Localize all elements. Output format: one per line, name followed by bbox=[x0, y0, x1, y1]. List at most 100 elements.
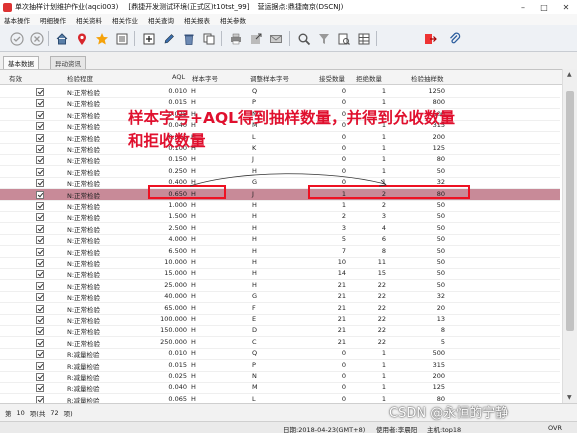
cancel-icon[interactable] bbox=[28, 30, 45, 47]
valid-checkbox[interactable] bbox=[36, 213, 44, 222]
menu-item-related-query[interactable]: 相关查询 bbox=[148, 15, 174, 25]
table-row[interactable]: N:正常检验 10.000 H H 10 11 50 bbox=[0, 257, 560, 269]
cell-aql: 150.000 bbox=[160, 326, 187, 335]
valid-checkbox[interactable] bbox=[36, 88, 44, 96]
valid-checkbox[interactable] bbox=[36, 270, 44, 279]
cell-level: N:正常检验 bbox=[67, 123, 101, 132]
menu-item-related-data[interactable]: 相关资料 bbox=[76, 15, 102, 25]
table-row[interactable]: N:正常检验 2.500 H H 3 4 50 bbox=[0, 223, 560, 235]
valid-checkbox[interactable] bbox=[36, 338, 44, 347]
valid-checkbox[interactable] bbox=[36, 133, 44, 142]
col-sample-qty-header[interactable]: 检验抽样数 bbox=[411, 73, 444, 83]
cell-sample-qty: 20 bbox=[436, 303, 445, 312]
pager-item-of: 项(共 bbox=[29, 409, 46, 418]
table-row[interactable]: N:正常检验 25.000 H H 21 22 50 bbox=[0, 280, 560, 292]
valid-checkbox[interactable] bbox=[36, 384, 44, 393]
valid-checkbox[interactable] bbox=[36, 281, 44, 290]
valid-checkbox[interactable] bbox=[36, 122, 44, 131]
exit-icon[interactable] bbox=[421, 30, 438, 47]
pager-current[interactable]: 10 bbox=[17, 409, 25, 417]
copy-icon[interactable] bbox=[200, 30, 217, 47]
valid-checkbox[interactable] bbox=[36, 179, 44, 188]
col-reject-header[interactable]: 拒绝数量 bbox=[356, 73, 382, 83]
table-row[interactable]: N:正常检验 1.500 H H 2 3 50 bbox=[0, 211, 560, 224]
valid-checkbox[interactable] bbox=[36, 395, 44, 403]
add-icon[interactable] bbox=[140, 30, 157, 47]
table-row[interactable]: R:减量检验 0.025 H N 0 1 200 bbox=[0, 371, 560, 383]
valid-checkbox[interactable] bbox=[36, 247, 44, 256]
table-row[interactable]: N:正常检验 250.000 H C 21 22 5 bbox=[0, 337, 560, 349]
valid-checkbox[interactable] bbox=[36, 361, 44, 370]
filter-icon[interactable] bbox=[315, 30, 332, 47]
tab-change-info[interactable]: 异动资讯 bbox=[50, 56, 86, 69]
col-adj-code-header[interactable]: 调整样本字号 bbox=[250, 73, 289, 83]
attach-icon[interactable] bbox=[446, 30, 463, 47]
table-row[interactable]: N:正常检验 1.000 H H 1 2 50 bbox=[0, 200, 560, 212]
valid-checkbox[interactable] bbox=[36, 110, 44, 119]
menu-item-related-report[interactable]: 相关报表 bbox=[184, 15, 210, 25]
table-row[interactable]: N:正常检验 150.000 H D 21 22 8 bbox=[0, 325, 560, 338]
valid-checkbox[interactable] bbox=[36, 202, 44, 210]
table-row[interactable]: N:正常检验 15.000 H H 14 15 50 bbox=[0, 268, 560, 281]
col-aql-header[interactable]: AQL bbox=[172, 73, 185, 81]
scroll-down-icon[interactable]: ▼ bbox=[567, 394, 572, 401]
minimize-icon[interactable]: – bbox=[512, 0, 534, 14]
table-row[interactable]: N:正常检验 0.150 H J 0 1 80 bbox=[0, 154, 560, 167]
table-row[interactable]: N:正常检验 100.000 H E 21 22 13 bbox=[0, 314, 560, 326]
table-row[interactable]: N:正常检验 65.000 H F 21 22 20 bbox=[0, 303, 560, 315]
home-icon[interactable] bbox=[53, 30, 70, 47]
valid-checkbox[interactable] bbox=[36, 236, 44, 245]
valid-checkbox[interactable] bbox=[36, 190, 44, 199]
location-pin-icon[interactable] bbox=[73, 30, 90, 47]
table-row[interactable]: N:正常检验 40.000 H G 21 22 32 bbox=[0, 291, 560, 304]
mail-icon[interactable] bbox=[267, 30, 284, 47]
cell-sample-qty: 200 bbox=[432, 372, 445, 380]
query-icon[interactable] bbox=[335, 30, 352, 47]
valid-checkbox[interactable] bbox=[36, 156, 44, 165]
col-valid-header[interactable]: 有效 bbox=[9, 73, 22, 83]
table-row[interactable]: R:减量检验 0.040 H M 0 1 125 bbox=[0, 382, 560, 395]
search-icon[interactable] bbox=[295, 30, 312, 47]
edit-icon[interactable] bbox=[160, 30, 177, 47]
export-icon[interactable] bbox=[247, 30, 264, 47]
table-row[interactable]: N:正常检验 6.500 H H 7 8 50 bbox=[0, 246, 560, 258]
confirm-icon[interactable] bbox=[8, 30, 25, 47]
table-row[interactable]: N:正常检验 4.000 H H 5 6 50 bbox=[0, 234, 560, 247]
table-icon[interactable] bbox=[355, 30, 372, 47]
cell-level: R:减量检验 bbox=[67, 351, 100, 360]
valid-checkbox[interactable] bbox=[36, 259, 44, 267]
scroll-up-icon[interactable]: ▲ bbox=[567, 71, 572, 78]
print-icon[interactable] bbox=[227, 30, 244, 47]
valid-checkbox[interactable] bbox=[36, 327, 44, 336]
valid-checkbox[interactable] bbox=[36, 316, 44, 324]
valid-checkbox[interactable] bbox=[36, 145, 44, 153]
menu-item-detail[interactable]: 明细操作 bbox=[40, 15, 66, 25]
maximize-icon[interactable]: □ bbox=[533, 0, 555, 14]
table-row[interactable]: N:正常检验 0.010 H Q 0 1 1250 bbox=[0, 86, 560, 98]
valid-checkbox[interactable] bbox=[36, 224, 44, 233]
tab-basic-data[interactable]: 基本数据 bbox=[3, 56, 39, 69]
close-icon[interactable]: ✕ bbox=[555, 0, 577, 14]
menu-item-basic[interactable]: 基本操作 bbox=[4, 15, 30, 25]
valid-checkbox[interactable] bbox=[36, 373, 44, 381]
cell-accept: 3 bbox=[341, 223, 346, 232]
valid-checkbox[interactable] bbox=[36, 304, 44, 313]
valid-checkbox[interactable] bbox=[36, 350, 44, 359]
valid-checkbox[interactable] bbox=[36, 99, 44, 108]
star-icon[interactable] bbox=[93, 30, 110, 47]
table-row[interactable]: R:减量检验 0.010 H Q 0 1 500 bbox=[0, 348, 560, 361]
cell-level: N:正常检验 bbox=[67, 317, 101, 325]
table-row[interactable]: R:减量检验 0.015 H P 0 1 315 bbox=[0, 360, 560, 372]
valid-checkbox[interactable] bbox=[36, 167, 44, 176]
delete-icon[interactable] bbox=[180, 30, 197, 47]
col-sample-code-header[interactable]: 样本字号 bbox=[192, 73, 218, 83]
menu-item-related-params[interactable]: 相关参数 bbox=[220, 15, 246, 25]
col-accept-header[interactable]: 接受数量 bbox=[319, 73, 345, 83]
cell-adj-code: D bbox=[252, 326, 258, 335]
vertical-scrollbar[interactable]: ▲ ▼ bbox=[562, 69, 577, 403]
scroll-thumb[interactable] bbox=[566, 91, 574, 331]
menu-item-related-jobs[interactable]: 相关作业 bbox=[112, 15, 138, 25]
list-icon[interactable] bbox=[113, 30, 130, 47]
col-level-header[interactable]: 检验程度 bbox=[67, 73, 93, 83]
valid-checkbox[interactable] bbox=[36, 293, 44, 302]
